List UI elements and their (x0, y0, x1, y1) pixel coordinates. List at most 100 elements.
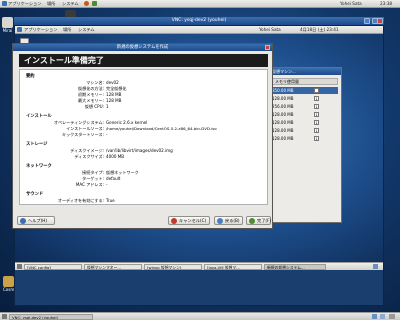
game-icon (3, 276, 14, 287)
summary-label: ディスクサイズ: (74, 154, 104, 159)
taskbar-item[interactable]: [VNC config] (24, 264, 82, 270)
workspace-switcher-icon[interactable] (373, 264, 378, 269)
host-clock[interactable]: 23:38 (380, 1, 392, 7)
section-sound: サウンド (26, 192, 44, 197)
vm-cpu: 1 (314, 96, 319, 101)
host-menu-applications[interactable]: アプリケーション (8, 1, 41, 7)
vm-list-row[interactable]: 256.00 MB 1 (272, 103, 338, 110)
host-menu-system[interactable]: システム (62, 1, 79, 7)
vm-list-row[interactable]: 850.00 MB 1 (272, 87, 338, 94)
finish-button-label: 完了(F) (257, 218, 272, 223)
dialog-titlebar[interactable]: 新規の仮想システムを作成 (13, 44, 272, 51)
vm-memory: 128.00 MB (272, 128, 294, 133)
taskbar-item[interactable]: [winxp 仮想マシン] (144, 264, 202, 270)
summary-label: キックスタートソース: (62, 132, 104, 137)
vm-list-row[interactable]: 128.00 MB 1 (272, 119, 338, 126)
cancel-button-label: キャンセル(C) (179, 218, 207, 223)
summary-panel: 要約 マシン名: dev02 仮想化の方法: 完全仮想化 初期メモリー: 128 MB… (19, 69, 268, 205)
vm-memory: 128.00 MB (272, 136, 294, 141)
summary-value: 128 MB (106, 98, 122, 103)
summary-value: - (106, 132, 108, 137)
trash-icon[interactable] (389, 314, 395, 319)
taskbar-item-active[interactable]: 新規の仮想システム... (264, 264, 326, 270)
host-menu-places[interactable]: 場所 (47, 1, 55, 7)
cancel-button[interactable]: キャンセル(C) (168, 216, 210, 225)
summary-value: 128 MB (106, 92, 122, 97)
vm-cpu: 1 (314, 128, 319, 133)
guest-clock[interactable]: 4月18日 (土) 23:41 (300, 27, 339, 33)
desktop-icon-mirai[interactable]: Mirai (2, 17, 13, 33)
host-taskbar-item-active[interactable]: VNC: ysqj-dev2 (youhei) (9, 314, 93, 320)
guest-taskbar: [VNC config] 仮想マシンマネー... [winxp 仮想マシン] [… (15, 262, 383, 270)
vm-cpu: 1 (314, 104, 319, 109)
virt-manager-titlebar[interactable]: 仮想マシン... (269, 68, 341, 75)
vm-cpu: 1 (314, 88, 319, 93)
vm-memory: 128.00 MB (272, 120, 294, 125)
summary-label: MAC アドレス: (75, 182, 104, 187)
minimize-icon[interactable] (364, 18, 370, 24)
vm-cpu: 1 (314, 120, 319, 125)
section-general: 要約 (26, 74, 35, 79)
section-network: ネットワーク (26, 164, 52, 169)
taskbar-item[interactable]: 仮想マシンマネー... (84, 264, 142, 270)
vm-list-row[interactable]: 128.00 MB 1 (272, 111, 338, 118)
host-top-panel: アプリケーション 場所 システム Yohei Sata 23:38 (0, 0, 400, 8)
close-icon[interactable] (377, 18, 383, 24)
vm-list-row[interactable]: 128.00 MB 1 (272, 95, 338, 102)
cancel-icon (171, 218, 177, 224)
guest-apps-icon[interactable] (17, 27, 22, 32)
finish-button[interactable]: 完了(F) (246, 216, 271, 225)
summary-value: Generic 2.6.x kernel (106, 120, 148, 125)
help-button-label: ヘルプ(H) (28, 218, 47, 223)
vm-memory: 128.00 MB (272, 112, 294, 117)
guest-menu-places[interactable]: 場所 (63, 27, 71, 33)
summary-value: /home/youhei/Download/CentOS-5.2-x86_64-… (106, 126, 217, 131)
summary-value: dev02 (106, 80, 119, 85)
vm-memory: 128.00 MB (272, 96, 294, 101)
vm-cpu: 1 (314, 112, 319, 117)
vm-memory: 850.00 MB (272, 88, 294, 93)
summary-value: default (106, 176, 121, 181)
summary-label: オーディオを有効にする: (57, 198, 104, 203)
guest-top-panel: アプリケーション 場所 システム Yohei Sata 4月18日 (土) 23… (15, 26, 383, 34)
workspace-switcher-icon[interactable] (380, 314, 385, 319)
host-launcher-icon[interactable] (92, 1, 97, 6)
host-user-name[interactable]: Yohei Sata (340, 1, 362, 7)
back-button-label: 戻る(B) (225, 218, 240, 223)
vm-cpu: 1 (314, 136, 319, 141)
guest-menu-applications[interactable]: アプリケーション (24, 27, 57, 33)
vm-list-row[interactable]: 128.00 MB 1 (272, 135, 338, 142)
summary-value: 1 (106, 104, 109, 109)
finish-icon (249, 218, 255, 224)
help-button[interactable]: ヘルプ(H) (17, 216, 55, 225)
folder-icon (2, 17, 13, 28)
desktop-icon-label: Mirai (2, 28, 13, 33)
taskbar-item[interactable]: [Java-VM 仮想マ... (204, 264, 262, 270)
show-desktop-icon[interactable] (17, 264, 22, 269)
section-storage: ストレージ (26, 142, 48, 147)
guest-user-name[interactable]: Yohei Sata (259, 27, 281, 33)
create-vm-dialog[interactable]: 新規の仮想システムを作成 インストール準備完了 要約 マシン名: dev02 仮想… (12, 43, 273, 229)
summary-value: /var/lib/libvirt/images/dev02.img (106, 148, 173, 153)
workspace-switcher-icon[interactable] (372, 314, 377, 319)
vm-memory: 256.00 MB (272, 104, 294, 109)
summary-label: 仮想 CPU: (84, 104, 104, 109)
back-button[interactable]: 戻る(B) (214, 216, 243, 225)
summary-value: 4000 MB (106, 154, 125, 159)
help-icon (20, 218, 26, 224)
vnc-window-titlebar[interactable]: VNC: ysqj-dev2 (youhei) (14, 17, 384, 25)
section-install: インストール (26, 114, 52, 119)
vnc-window-title: VNC: ysqj-dev2 (youhei) (171, 18, 227, 23)
vm-column-header[interactable]: メモリ使用量 (272, 78, 338, 85)
guest-menu-system[interactable]: システム (78, 27, 95, 33)
summary-value: True (106, 198, 115, 203)
host-taskbar: VNC: ysqj-dev2 (youhei) (0, 312, 400, 320)
host-apps-icon[interactable] (2, 1, 7, 6)
summary-value: - (106, 182, 108, 187)
host-launcher-icon[interactable] (84, 1, 89, 6)
virt-manager-window[interactable]: 仮想マシン... メモリ使用量 850.00 MB 1 128.00 MB 1 25… (268, 67, 342, 223)
close-icon[interactable] (265, 45, 270, 50)
show-desktop-icon[interactable] (2, 314, 7, 319)
dialog-heading: インストール準備完了 (19, 54, 268, 67)
vm-list-row[interactable]: 128.00 MB 1 (272, 127, 338, 134)
